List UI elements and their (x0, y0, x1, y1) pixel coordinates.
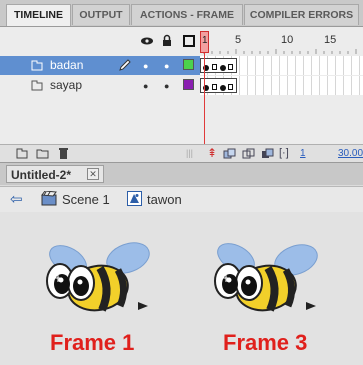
fps-readout[interactable]: 30.00 (338, 148, 363, 159)
frame-3-label: Frame 3 (223, 330, 308, 355)
frame-strip-badan[interactable] (200, 56, 363, 75)
visibility-dot[interactable]: ● (143, 61, 148, 71)
keyframe-empty (212, 84, 217, 90)
layer-row-sayap[interactable]: sayap ● ● (0, 76, 200, 95)
tab-compiler-errors[interactable]: COMPILER ERRORS (244, 4, 359, 25)
back-arrow-icon[interactable]: ⇦ (10, 190, 23, 208)
frame-ruler[interactable]: 5 10 15 (200, 30, 363, 54)
frame-strip-sayap[interactable] (200, 76, 363, 95)
center-frame-icon[interactable]: ⇞ (207, 146, 217, 160)
edit-bar: ⇦ Scene 1 tawon (0, 186, 363, 213)
close-icon[interactable]: ✕ (87, 168, 99, 180)
document-tab[interactable]: Untitled-2* ✕ (6, 165, 104, 183)
layer-icon (31, 60, 43, 74)
movieclip-icon (127, 191, 142, 209)
layer-row-badan[interactable]: badan ● ● (0, 56, 200, 75)
outline-icon[interactable] (183, 35, 195, 50)
keyframe-empty (228, 84, 233, 90)
keyframe-dot (220, 65, 226, 71)
timeline-toolbar: ||| ⇞ [·] 1 30.00 (0, 144, 363, 163)
tab-actions-frame[interactable]: ACTIONS - FRAME (131, 4, 243, 25)
keyframe-span[interactable] (200, 58, 237, 73)
panel-tab-bar: TIMELINE OUTPUT ACTIONS - FRAME COMPILER… (0, 0, 363, 27)
playhead-handle[interactable]: 1 (200, 31, 209, 53)
lock-dot[interactable]: ● (164, 81, 169, 91)
layer-icon (31, 80, 43, 94)
keyframe-dot (220, 85, 226, 91)
breadcrumb-symbol[interactable]: tawon (147, 192, 182, 207)
new-layer-icon[interactable] (16, 148, 28, 162)
onion-skin-outline-icon[interactable] (242, 148, 255, 162)
tab-timeline[interactable]: TIMELINE (6, 4, 71, 26)
edit-multiple-frames-icon[interactable] (261, 148, 274, 162)
playhead-frame-number: 1 (202, 35, 208, 46)
modify-onion-markers-icon[interactable]: [·] (279, 147, 289, 159)
trash-icon[interactable] (58, 147, 69, 163)
ruler-label-5: 5 (235, 34, 242, 46)
pencil-icon (118, 58, 132, 75)
frame-1-label: Frame 1 (50, 330, 135, 355)
breadcrumb-scene[interactable]: Scene 1 (62, 192, 110, 207)
bee-frame-1[interactable] (30, 230, 160, 335)
eye-icon[interactable] (140, 35, 154, 50)
frame-empty-area (200, 96, 363, 144)
scene-icon (41, 190, 57, 209)
keyframe-span[interactable] (200, 78, 237, 93)
document-tab-title: Untitled-2* (11, 168, 71, 182)
keyframe-empty (228, 64, 233, 70)
new-folder-icon[interactable] (36, 148, 49, 162)
lock-dot[interactable]: ● (164, 61, 169, 71)
tab-output[interactable]: OUTPUT (72, 4, 130, 25)
layer-color-swatch[interactable] (183, 79, 194, 90)
keyframe-empty (212, 64, 217, 70)
lock-icon[interactable] (162, 34, 172, 50)
scroll-grip-icon: ||| (186, 148, 194, 158)
layer-color-swatch[interactable] (183, 59, 194, 70)
ruler-label-15: 15 (324, 34, 337, 46)
layer-name: badan (50, 58, 84, 72)
visibility-dot[interactable]: ● (143, 81, 148, 91)
current-frame-readout[interactable]: 1 (300, 148, 306, 159)
ruler-label-10: 10 (281, 34, 294, 46)
onion-skin-icon[interactable] (223, 148, 236, 162)
bee-frame-3[interactable] (198, 230, 328, 335)
stage[interactable]: Frame 1 Frame 3 (0, 212, 363, 365)
layer-name: sayap (50, 78, 83, 92)
